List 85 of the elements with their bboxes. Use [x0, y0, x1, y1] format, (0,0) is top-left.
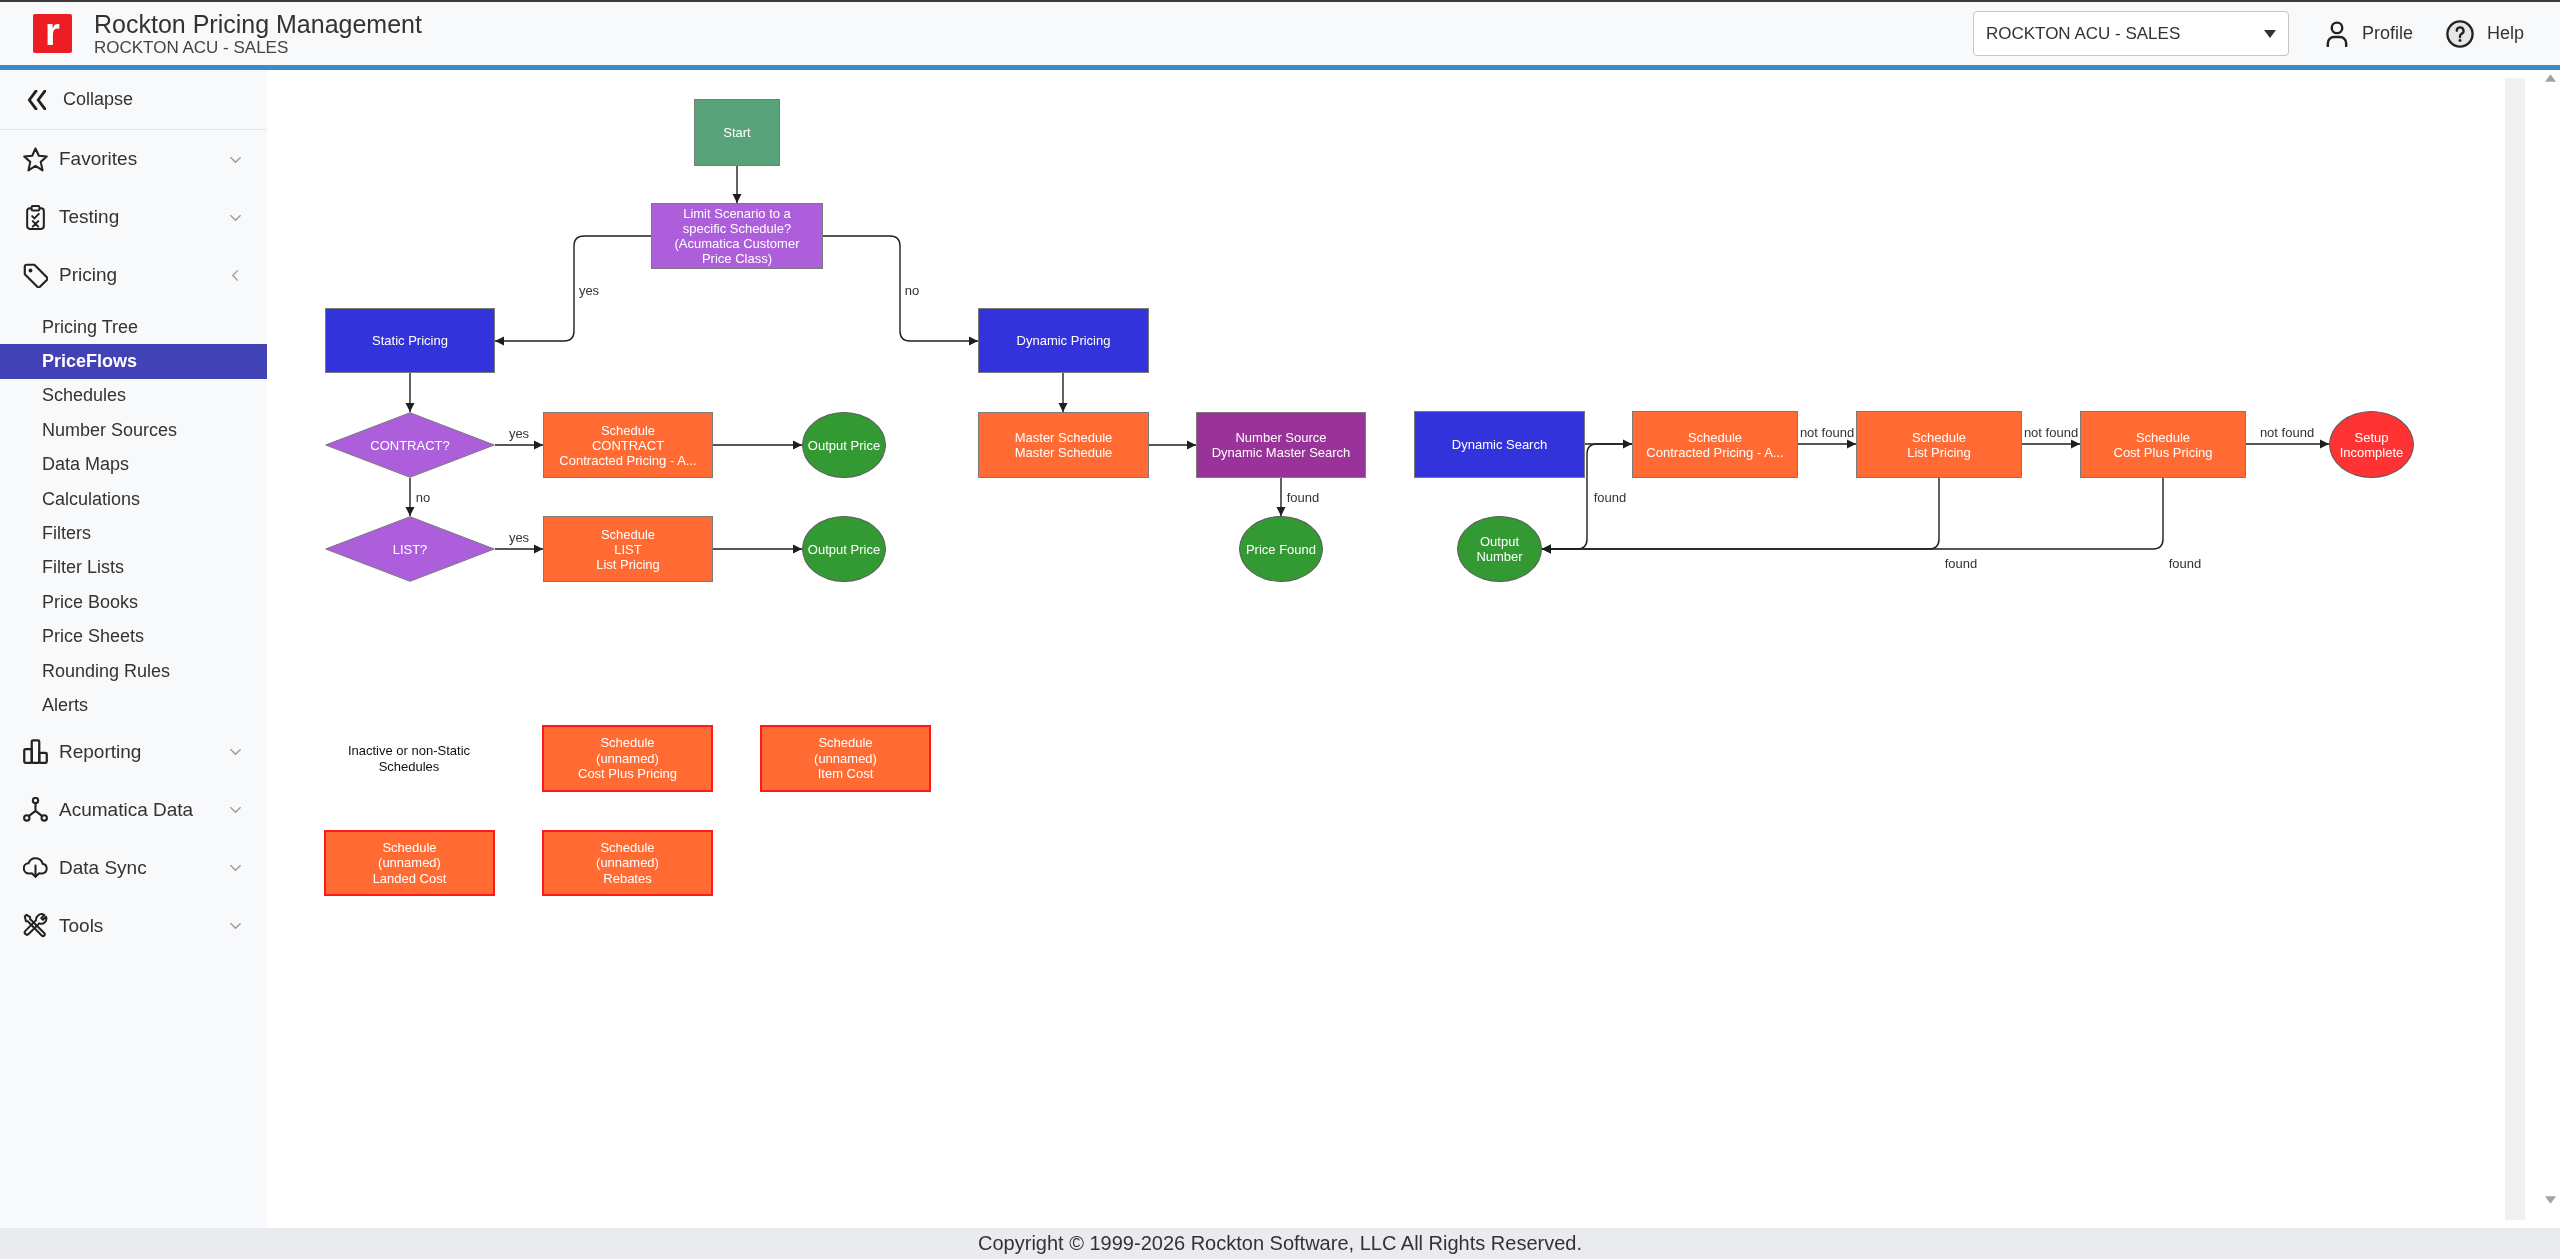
- help-icon: [2445, 19, 2474, 48]
- nav-item[interactable]: Data Maps: [0, 447, 267, 482]
- connector-label: found: [1593, 489, 1627, 505]
- terminal-node: Output Price: [802, 412, 886, 478]
- inactive-schedule-node: Schedule (unnamed) Item Cost: [760, 725, 931, 792]
- connector-label: no: [415, 489, 431, 505]
- terminal-node: Output Number: [1457, 516, 1542, 582]
- connector-label: not found: [2023, 424, 2079, 440]
- nav-item[interactable]: Alerts: [0, 688, 267, 723]
- nav-group[interactable]: Reporting: [0, 722, 267, 781]
- profile-link[interactable]: Profile: [2325, 20, 2413, 47]
- inactive-schedule-node: Schedule (unnamed) Landed Cost: [324, 830, 495, 896]
- connector-arrow: [405, 372, 415, 413]
- section-caption: Inactive or non-Static Schedules: [346, 742, 472, 776]
- person-icon: [2325, 20, 2348, 47]
- connector-arrow: [2021, 439, 2081, 449]
- nav-group[interactable]: Tools: [0, 896, 267, 955]
- company-name: ROCKTON ACU - SALES: [94, 37, 289, 58]
- nav-item[interactable]: Calculations: [0, 481, 267, 517]
- caret-down-icon: [2263, 29, 2276, 38]
- scroll-up-icon[interactable]: [2545, 74, 2556, 82]
- connector-label: yes: [508, 529, 530, 545]
- nav-item[interactable]: PriceFlows: [0, 344, 267, 379]
- cloud-download-icon: [23, 855, 48, 881]
- process-node: Static Pricing: [325, 308, 495, 373]
- decision-node: LIST?: [325, 516, 495, 582]
- help-link[interactable]: Help: [2445, 19, 2524, 48]
- nav-item[interactable]: Price Books: [0, 585, 267, 620]
- terminal-node: Output Price: [802, 516, 886, 582]
- connector-label: no: [904, 282, 920, 298]
- nav-item[interactable]: Filters: [0, 516, 267, 551]
- nav-group[interactable]: Pricing: [0, 246, 267, 304]
- process-node: Schedule List Pricing: [1856, 411, 2022, 478]
- process-node: Schedule CONTRACT Contracted Pricing - A...: [543, 412, 713, 478]
- nav-item[interactable]: Pricing Tree: [0, 310, 267, 345]
- connector-arrow: [405, 477, 415, 517]
- nav-item[interactable]: Price Sheets: [0, 619, 267, 654]
- process-node: Master Schedule Master Schedule: [978, 412, 1149, 478]
- app-title: Rockton Pricing Management: [94, 9, 422, 38]
- connector-label: yes: [508, 425, 530, 441]
- process-node: Schedule Contracted Pricing - A...: [1632, 411, 1798, 478]
- nav-item[interactable]: Number Sources: [0, 413, 267, 448]
- process-node: Number Source Dynamic Master Search: [1196, 412, 1366, 478]
- connector-arrow: [1797, 439, 1857, 449]
- inactive-schedule-node: Schedule (unnamed) Cost Plus Pricing: [542, 725, 713, 792]
- scroll-down-icon[interactable]: [2545, 1196, 2556, 1204]
- connector-label: yes: [578, 282, 600, 298]
- clipboard-icon: [23, 204, 48, 230]
- process-node: Dynamic Search: [1414, 411, 1585, 478]
- bar-chart-icon: [23, 739, 48, 765]
- process-node: Start: [694, 99, 780, 166]
- connector-label: found: [1944, 555, 1978, 571]
- process-node: Schedule LIST List Pricing: [543, 516, 713, 582]
- company-select[interactable]: ROCKTON ACU - SALES: [1972, 11, 2289, 56]
- nav-group[interactable]: Favorites: [0, 130, 267, 188]
- terminal-node: Setup Incomplete: [2329, 411, 2414, 478]
- nav-item[interactable]: Filter Lists: [0, 550, 267, 586]
- nav-group[interactable]: Acumatica Data: [0, 780, 267, 839]
- nav-group[interactable]: Testing: [0, 188, 267, 246]
- app-logo: r: [33, 14, 72, 53]
- star-icon: [23, 146, 48, 172]
- terminal-node: Price Found: [1239, 516, 1323, 582]
- connector-label: not found: [2259, 424, 2315, 440]
- nav-item[interactable]: Schedules: [0, 378, 267, 414]
- connector-arrow: [1058, 372, 1068, 413]
- nav-item[interactable]: Rounding Rules: [0, 653, 267, 689]
- connector-label: found: [1286, 489, 1320, 505]
- connector-label: not found: [1799, 424, 1855, 440]
- connector-arrow: [1276, 477, 1286, 517]
- decision-node: CONTRACT?: [325, 412, 495, 478]
- connector-arrow: [732, 165, 742, 204]
- network-nodes-icon: [23, 797, 48, 823]
- inactive-schedule-node: Schedule (unnamed) Rebates: [542, 830, 713, 896]
- tag-icon: [23, 262, 48, 288]
- connector-arrow: [1148, 440, 1197, 450]
- connector-label: found: [2168, 555, 2202, 571]
- double-chevron-left-icon: [27, 89, 46, 110]
- process-node: Dynamic Pricing: [978, 308, 1149, 373]
- process-node: Schedule Cost Plus Pricing: [2080, 411, 2246, 478]
- nav-group[interactable]: Data Sync: [0, 838, 267, 897]
- copyright-text: Copyright © 1999-2026 Rockton Software, LLC All Rights Reserved.: [978, 1232, 1582, 1255]
- tools-icon: [23, 913, 48, 939]
- process-node: Limit Scenario to a specific Schedule? (Acumatica Customer Price Class): [651, 203, 823, 269]
- connector-arrow: [494, 544, 544, 554]
- connector-arrow: [494, 440, 544, 450]
